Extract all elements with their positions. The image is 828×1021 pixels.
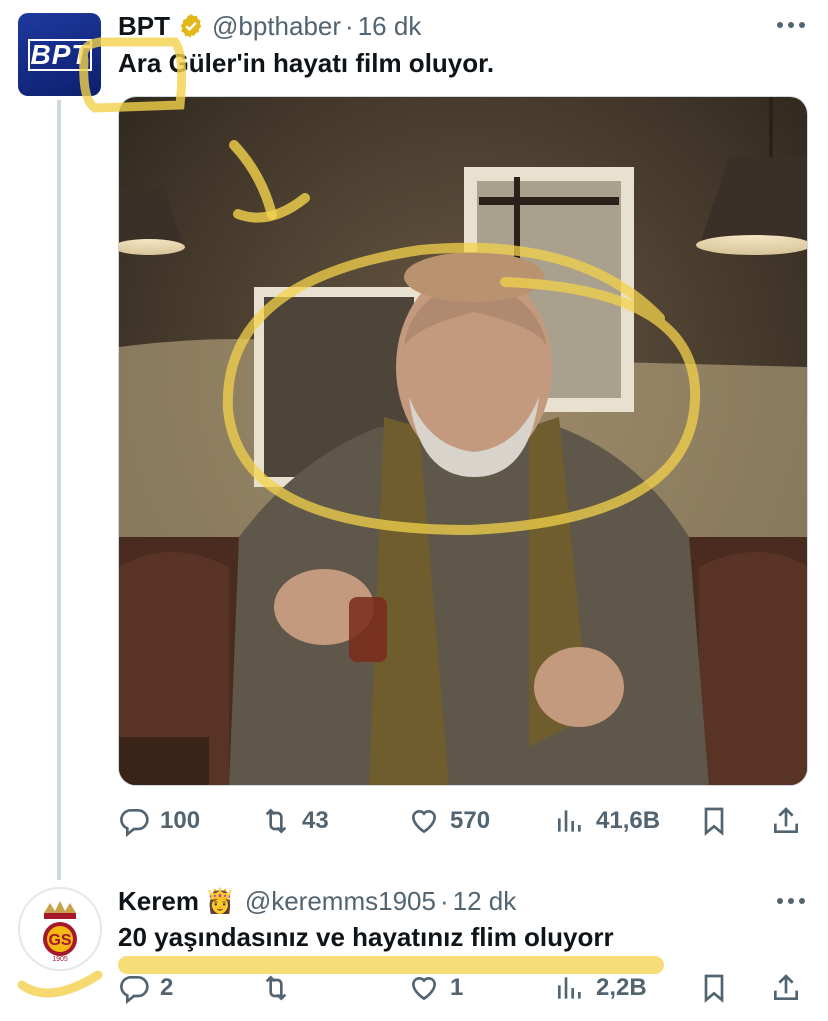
bookmark-button[interactable] [698,970,730,1006]
tweet-header: BPT @bpthaber · 16 dk [118,10,421,42]
reply-button[interactable]: 100 [118,803,200,839]
timestamp[interactable]: 12 dk [453,886,517,917]
bookmark-button[interactable] [698,803,730,839]
heart-icon [411,976,437,1001]
view-count: 41,6B [596,807,661,834]
views-button[interactable]: 2,2B [554,970,647,1006]
reply-icon [120,809,149,837]
share-button[interactable] [770,803,802,839]
like-count: 570 [450,807,491,834]
portrait-photo [119,97,807,785]
bpt-logo: BPT [28,39,92,71]
bookmark-icon [704,974,724,1003]
reply-button[interactable]: 2 [118,970,173,1006]
timestamp[interactable]: 16 dk [358,11,422,42]
reply-actions: 2 1 2,2B [118,970,808,1006]
bookmark-icon [704,807,724,836]
like-button[interactable]: 1 [408,970,463,1006]
retweet-count: 43 [302,807,329,834]
share-icon [774,974,798,1000]
tweet-actions: 100 43 570 41,6B [118,803,808,839]
retweet-button[interactable]: 43 [260,803,329,839]
annotation-underline-avatar [17,970,103,998]
verified-badge-icon [180,14,202,38]
views-chart-icon [558,977,581,999]
tweet-text: Ara Güler'in hayatı film oluyor. [118,48,495,78]
more-options-icon[interactable] [776,896,806,906]
galatasaray-crest-icon: GS 1905 [20,889,100,969]
author-handle[interactable]: @keremms1905 [245,886,436,917]
share-icon [774,807,798,833]
like-button[interactable]: 570 [408,803,490,839]
reply-text: 20 yaşındasınız ve hayatınız flim oluyor… [118,922,614,952]
thread-line [57,100,61,880]
reply-count: 2 [160,974,174,1001]
separator-dot: · [439,885,449,916]
author-handle[interactable]: @bpthaber [212,11,341,42]
retweet-button[interactable] [260,970,302,1006]
author-name[interactable]: Kerem [118,886,199,917]
views-button[interactable]: 41,6B [554,803,660,839]
reply-count: 100 [160,807,201,834]
author-name[interactable]: BPT [118,11,170,42]
retweet-icon [265,808,287,834]
share-button[interactable] [770,970,802,1006]
retweet-icon [265,975,287,1001]
separator-dot: · [345,10,354,41]
crest-letters: GS [48,932,71,949]
crest-year: 1905 [52,956,68,963]
reply-icon [120,976,149,1004]
avatar[interactable]: GS 1905 [18,887,102,971]
heart-icon [411,809,437,834]
like-count: 1 [450,974,464,1001]
avatar[interactable]: BPT [18,13,101,96]
reply-header: Kerem 👸 @keremms1905 · 12 dk [118,885,516,917]
more-options-icon[interactable] [776,20,806,30]
view-count: 2,2B [596,974,647,1001]
tweet-photo[interactable] [118,96,808,786]
crown-emoji: 👸 [204,887,235,915]
views-chart-icon [558,810,581,832]
